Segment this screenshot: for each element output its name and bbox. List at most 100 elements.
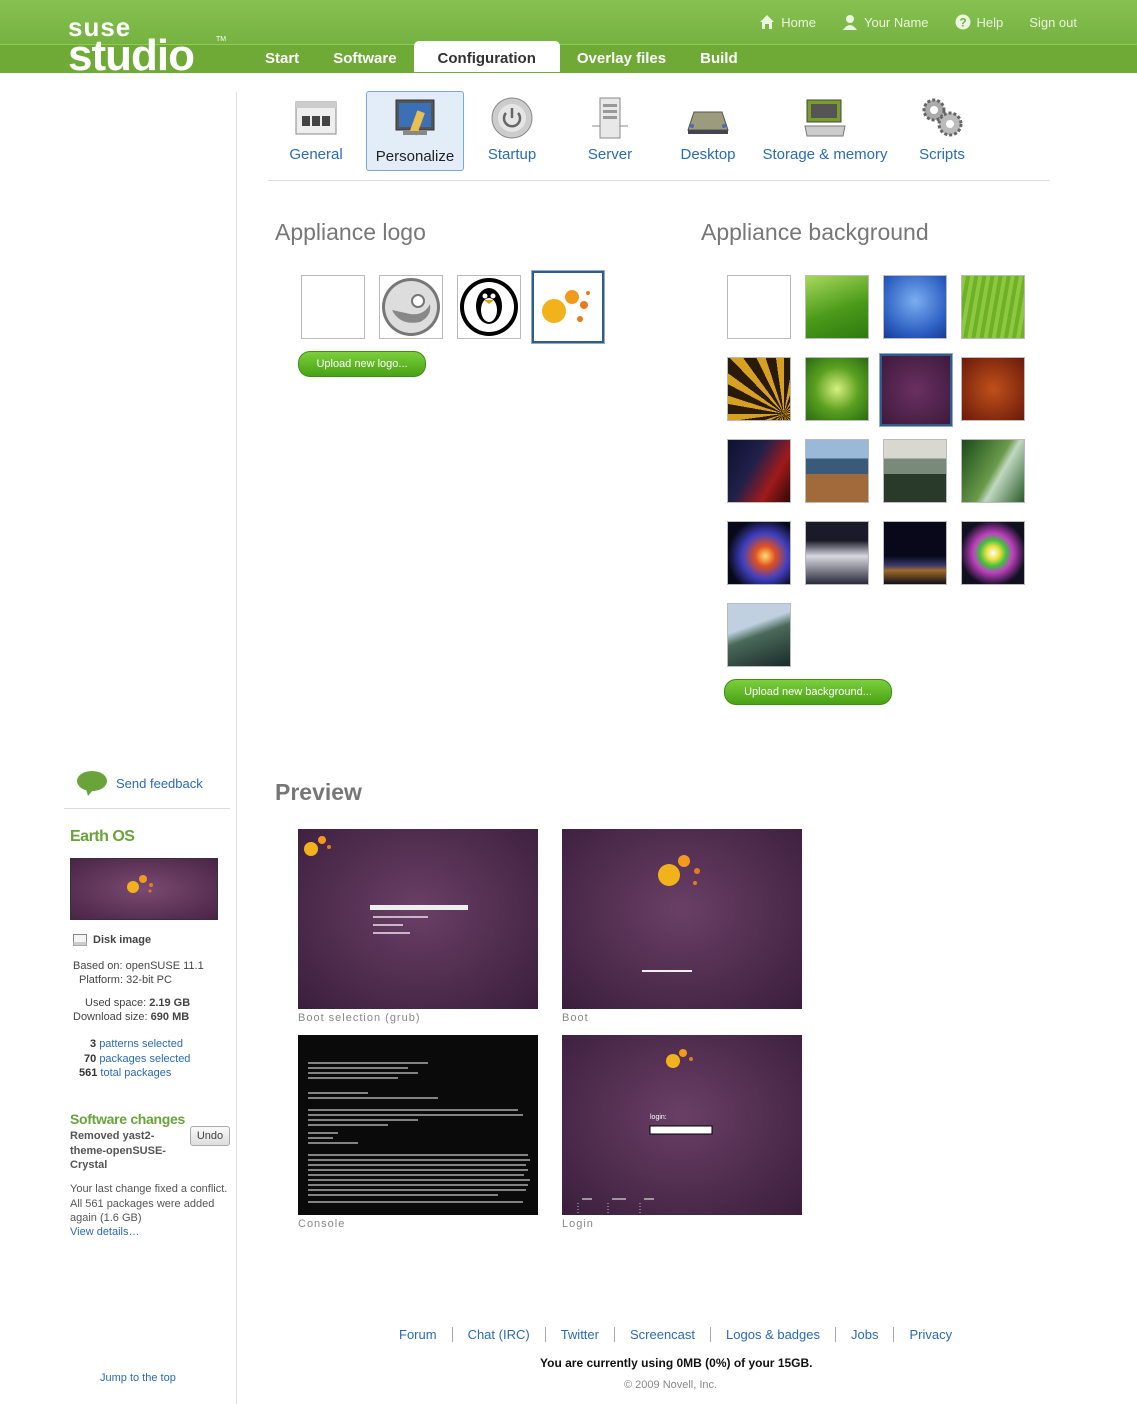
background-option-blue-glow[interactable] bbox=[883, 275, 947, 339]
cfg-general[interactable]: General bbox=[268, 90, 364, 170]
boot-graphic bbox=[642, 855, 700, 972]
background-option-purple-texture[interactable] bbox=[879, 353, 953, 427]
footer-link-forum[interactable]: Forum bbox=[384, 1327, 452, 1342]
background-option-colorful-burst[interactable] bbox=[961, 521, 1025, 585]
background-option-golden-rays[interactable] bbox=[727, 357, 791, 421]
background-option-red-orange[interactable] bbox=[961, 357, 1025, 421]
view-details-link[interactable]: View details… bbox=[70, 1226, 140, 1238]
home-link[interactable]: Home bbox=[759, 14, 816, 30]
background-option-white[interactable] bbox=[727, 275, 791, 339]
desktop-icon bbox=[687, 111, 729, 134]
cfg-storage-label: Storage & memory bbox=[762, 146, 888, 163]
cfg-scripts-label: Scripts bbox=[919, 146, 965, 163]
cfg-startup[interactable]: Startup bbox=[464, 90, 560, 170]
cfg-startup-label: Startup bbox=[487, 146, 537, 163]
cfg-desktop-label: Desktop bbox=[680, 146, 736, 163]
preview-boot-selection bbox=[298, 829, 538, 1009]
top-links: Home Your Name ? Help Sign out bbox=[759, 14, 1077, 30]
background-option-mountain-peak[interactable] bbox=[805, 521, 869, 585]
disk-image-icon bbox=[73, 934, 87, 946]
logo-option-tux[interactable] bbox=[457, 275, 521, 339]
footer-link-privacy[interactable]: Privacy bbox=[893, 1327, 967, 1342]
background-option-green-wave[interactable] bbox=[805, 275, 869, 339]
platform-label: Platform: bbox=[79, 974, 124, 986]
patterns-link[interactable]: patterns selected bbox=[99, 1038, 183, 1050]
jump-to-top-link[interactable]: Jump to the top bbox=[100, 1372, 176, 1384]
background-option-coast-cliffs[interactable] bbox=[805, 439, 869, 503]
background-option-green-abstract[interactable] bbox=[805, 357, 869, 421]
general-icon bbox=[295, 101, 337, 135]
upload-logo-button[interactable]: Upload new logo... bbox=[298, 351, 426, 377]
orange-bubbles-icon bbox=[542, 290, 590, 323]
appliance-logo-title: Appliance logo bbox=[275, 219, 426, 245]
logo-tm: TM bbox=[216, 36, 227, 43]
footer-link-twitter[interactable]: Twitter bbox=[544, 1327, 614, 1342]
background-option-green-stripes[interactable] bbox=[961, 275, 1025, 339]
cfg-storage-memory[interactable]: Storage & memory bbox=[758, 90, 892, 170]
used-space-value: 2.19 GB bbox=[149, 997, 191, 1009]
logo-option-blank[interactable] bbox=[301, 275, 365, 339]
logo-option-orange-bubbles[interactable] bbox=[531, 270, 605, 344]
footer-links: Forum Chat (IRC) Twitter Screencast Logo… bbox=[384, 1327, 967, 1342]
preview-login: login: bbox=[562, 1035, 802, 1215]
logo-option-opensuse[interactable] bbox=[379, 275, 443, 339]
total-packages-link[interactable]: total packages bbox=[100, 1067, 171, 1079]
background-option-rainbow-nebula[interactable] bbox=[727, 521, 791, 585]
footer-link-logos[interactable]: Logos & badges bbox=[710, 1327, 835, 1342]
cfg-scripts[interactable]: Scripts bbox=[894, 90, 990, 170]
help-label: Help bbox=[976, 14, 1004, 30]
based-on-label: Based on: bbox=[73, 960, 123, 972]
cfg-server[interactable]: Server bbox=[562, 90, 658, 170]
tab-build[interactable]: Build bbox=[683, 41, 755, 72]
packages-link[interactable]: packages selected bbox=[99, 1053, 190, 1065]
login-label: login: bbox=[650, 1114, 667, 1121]
appliance-logo-thumb bbox=[127, 875, 153, 893]
cfg-personalize[interactable]: Personalize bbox=[366, 91, 464, 171]
send-feedback-link[interactable]: Send feedback bbox=[76, 770, 203, 796]
copyright-text: © 2009 Novell, Inc. bbox=[624, 1379, 718, 1391]
user-link[interactable]: Your Name bbox=[842, 14, 929, 30]
background-option-night-horizon[interactable] bbox=[883, 521, 947, 585]
console-graphic bbox=[308, 1062, 530, 1203]
footer-link-chat[interactable]: Chat (IRC) bbox=[451, 1327, 545, 1342]
platform-info: Based on: openSUSE 11.1 Platform: 32-bit… bbox=[73, 959, 204, 987]
background-option-waterfall-forest[interactable] bbox=[961, 439, 1025, 503]
preview-boot bbox=[562, 829, 802, 1009]
boot-selection-graphic bbox=[304, 836, 468, 934]
help-link[interactable]: ? Help bbox=[955, 14, 1004, 30]
signout-link[interactable]: Sign out bbox=[1029, 14, 1077, 30]
sidebar: Send feedback Earth OS Disk image Based … bbox=[0, 92, 237, 1404]
preview-console bbox=[298, 1035, 538, 1215]
size-info: Used space: 2.19 GB Download size: 690 M… bbox=[73, 996, 190, 1024]
home-label: Home bbox=[781, 14, 816, 30]
cfg-personalize-label: Personalize bbox=[375, 148, 455, 165]
send-feedback-label: Send feedback bbox=[116, 775, 203, 791]
header: suse studio TM Home Your Name ? Help Sig… bbox=[0, 0, 1137, 78]
storage-icon bbox=[804, 99, 846, 137]
background-option-river-landscape[interactable] bbox=[727, 603, 791, 667]
appliance-thumbnail[interactable] bbox=[70, 858, 218, 920]
logo-studio-text: studio bbox=[68, 31, 195, 80]
caption-login: Login bbox=[562, 1218, 594, 1230]
footer-link-screencast[interactable]: Screencast bbox=[613, 1327, 710, 1342]
tab-overlay-files[interactable]: Overlay files bbox=[560, 41, 683, 72]
login-graphic bbox=[577, 1049, 713, 1215]
tab-software[interactable]: Software bbox=[316, 41, 413, 72]
conflict-text: Your last change fixed a conflict. All 5… bbox=[70, 1183, 228, 1224]
usage-text: You are currently using 0MB (0%) of your… bbox=[540, 1356, 813, 1370]
upload-background-button[interactable]: Upload new background... bbox=[724, 679, 892, 705]
undo-button[interactable]: Undo bbox=[190, 1126, 230, 1146]
cfg-desktop[interactable]: Desktop bbox=[660, 90, 756, 170]
based-on-value: openSUSE 11.1 bbox=[125, 960, 204, 972]
footer-link-jobs[interactable]: Jobs bbox=[835, 1327, 893, 1342]
tab-configuration[interactable]: Configuration bbox=[413, 41, 560, 72]
tab-start[interactable]: Start bbox=[248, 41, 316, 72]
download-size-value: 690 MB bbox=[150, 1011, 190, 1023]
server-icon bbox=[592, 97, 628, 139]
packages-count: 70 bbox=[84, 1052, 97, 1065]
opensuse-gecko-icon bbox=[382, 278, 440, 336]
background-option-red-light-streaks[interactable] bbox=[727, 439, 791, 503]
cfg-server-label: Server bbox=[587, 146, 633, 163]
suse-studio-logo[interactable]: suse studio TM bbox=[68, 14, 226, 80]
background-option-stormy-valley[interactable] bbox=[883, 439, 947, 503]
